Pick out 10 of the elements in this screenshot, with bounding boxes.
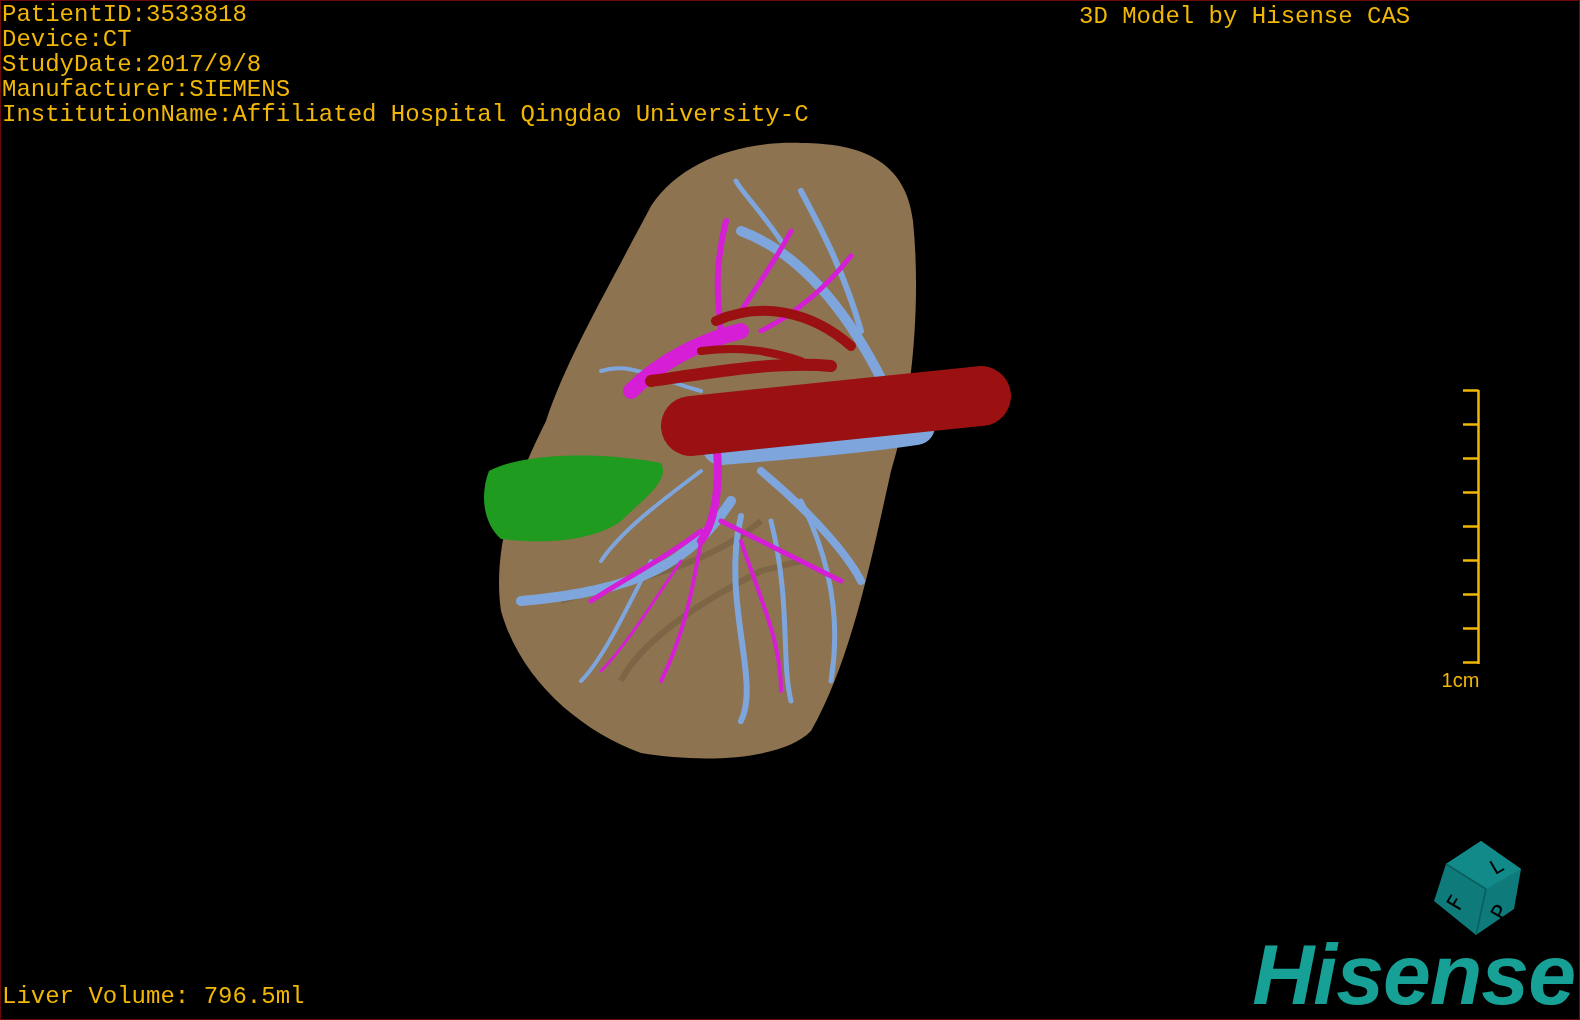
patient-info-line: Device:CT [2,27,133,52]
patient-info-line: InstitutionName:Affiliated Hospital Qingdao University-C [2,102,809,127]
scale-bar-icon [1463,389,1480,665]
brand-logo: Hisense [1252,941,1575,1007]
patient-info-line: StudyDate:2017/9/8 [2,52,263,77]
patient-info-line: Manufacturer:SIEMENS [2,77,292,102]
model-caption: 3D Model by Hisense CAS [1079,4,1411,29]
patient-info-line: PatientID:3533818 [2,2,248,27]
volume-readout: Liver Volume: 796.5ml [2,984,305,1009]
scale-label: 1cm [1441,669,1480,691]
